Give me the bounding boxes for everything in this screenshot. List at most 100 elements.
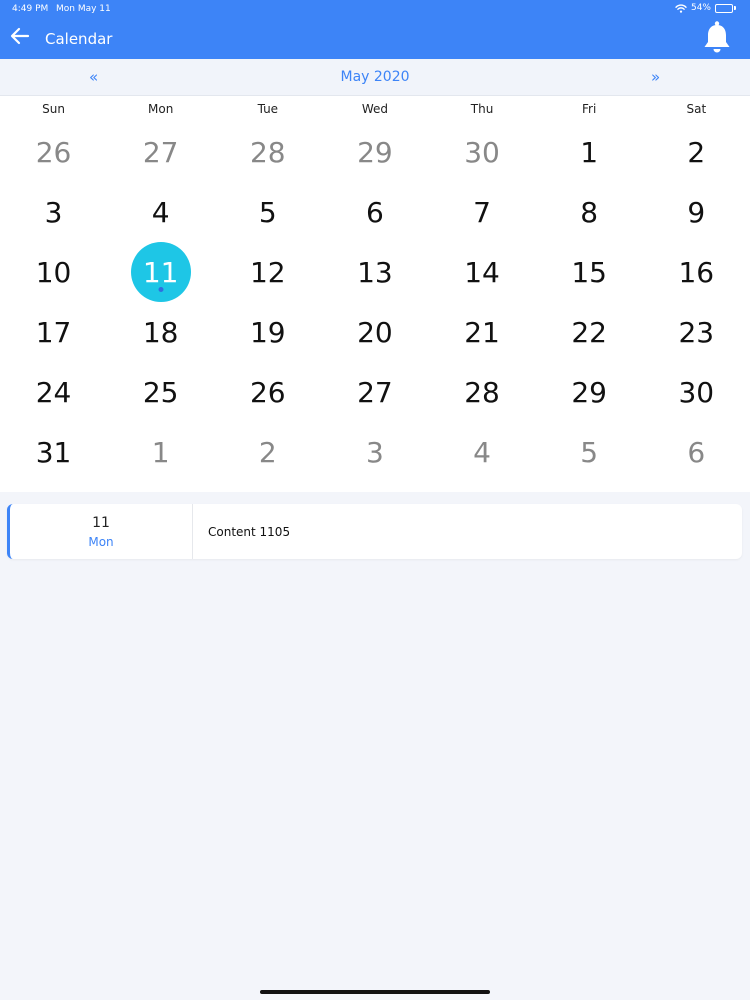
day-number: 1 bbox=[580, 135, 599, 169]
day-cell[interactable]: 27 bbox=[321, 362, 428, 422]
status-indicators: 54% bbox=[675, 3, 736, 13]
day-number: 29 bbox=[357, 135, 393, 169]
day-number: 25 bbox=[142, 375, 179, 409]
day-cell[interactable]: 8 bbox=[536, 182, 643, 242]
day-cell[interactable]: 22 bbox=[536, 302, 643, 362]
day-number: 27 bbox=[142, 135, 179, 169]
day-cell[interactable]: 31 bbox=[0, 422, 107, 482]
day-cell[interactable]: 29 bbox=[321, 122, 428, 182]
home-indicator bbox=[260, 990, 490, 994]
day-cell[interactable]: 3 bbox=[321, 422, 428, 482]
day-cell[interactable]: 16 bbox=[643, 242, 750, 302]
day-number: 21 bbox=[464, 315, 500, 349]
day-cell[interactable]: 7 bbox=[429, 182, 536, 242]
day-number: 22 bbox=[571, 315, 607, 349]
day-cell[interactable]: 2 bbox=[214, 422, 321, 482]
weekday-label: Sun bbox=[42, 102, 65, 116]
day-number: 6 bbox=[687, 435, 706, 469]
day-number: 14 bbox=[464, 255, 500, 289]
day-cell[interactable]: 20 bbox=[321, 302, 428, 362]
day-cell[interactable]: 3 bbox=[0, 182, 107, 242]
day-cell[interactable]: 30 bbox=[429, 122, 536, 182]
navbar: Calendar bbox=[0, 18, 750, 59]
status-date: Mon May 11 bbox=[56, 4, 111, 14]
day-cell[interactable]: 19 bbox=[214, 302, 321, 362]
wifi-icon bbox=[675, 3, 687, 13]
day-number: 2 bbox=[687, 135, 706, 169]
day-cell[interactable]: 5 bbox=[536, 422, 643, 482]
day-cell[interactable]: 12 bbox=[214, 242, 321, 302]
event-weekday: Mon bbox=[88, 534, 114, 549]
back-button[interactable] bbox=[8, 26, 32, 50]
page-title: Calendar bbox=[45, 30, 113, 48]
calendar-grid: Sun Mon Tue Wed Thu Fri Sat 26 27 28 29 30 1 2… bbox=[0, 96, 750, 492]
header: 4:49 PM Mon May 11 54% Calendar bbox=[0, 0, 750, 59]
day-cell[interactable]: 30 bbox=[643, 362, 750, 422]
day-cell[interactable]: 17 bbox=[0, 302, 107, 362]
day-number: 3 bbox=[44, 195, 63, 229]
weekday-label: Tue bbox=[257, 102, 279, 116]
day-cell[interactable]: 21 bbox=[429, 302, 536, 362]
day-cell[interactable]: 15 bbox=[536, 242, 643, 302]
day-number: 26 bbox=[35, 135, 72, 169]
day-cell[interactable]: 26 bbox=[0, 122, 107, 182]
event-content: Content 1105 bbox=[208, 524, 291, 539]
status-time: 4:49 PM bbox=[12, 4, 49, 14]
day-number: 16 bbox=[678, 255, 715, 289]
day-number: 15 bbox=[571, 255, 607, 289]
day-cell[interactable]: 1 bbox=[536, 122, 643, 182]
battery-percent: 54% bbox=[690, 3, 711, 13]
day-number: 28 bbox=[249, 135, 286, 169]
day-cell[interactable]: 29 bbox=[536, 362, 643, 422]
next-month-button[interactable]: » bbox=[651, 68, 660, 86]
day-number: 28 bbox=[464, 375, 500, 409]
month-navigation: « May 2020 » bbox=[0, 59, 750, 96]
day-cell[interactable]: 4 bbox=[429, 422, 536, 482]
day-cell[interactable]: 1 bbox=[107, 422, 214, 482]
day-cell-selected[interactable]: 11 bbox=[107, 242, 214, 302]
day-number: 10 bbox=[35, 255, 72, 289]
day-number: 17 bbox=[35, 315, 72, 349]
day-number: 18 bbox=[142, 315, 179, 349]
day-cell[interactable]: 4 bbox=[107, 182, 214, 242]
day-number: 12 bbox=[249, 255, 286, 289]
day-cell[interactable]: 6 bbox=[321, 182, 428, 242]
event-day-number: 11 bbox=[92, 514, 110, 531]
status-bar: 4:49 PM Mon May 11 54% bbox=[0, 0, 750, 18]
weekday-label: Wed bbox=[361, 102, 389, 116]
day-cell[interactable]: 6 bbox=[643, 422, 750, 482]
day-number: 11 bbox=[142, 255, 179, 289]
day-number: 26 bbox=[249, 375, 286, 409]
day-cell[interactable]: 26 bbox=[214, 362, 321, 422]
day-number: 8 bbox=[580, 195, 599, 229]
weekday-label: Mon bbox=[148, 102, 174, 116]
event-indicator-dot bbox=[158, 287, 164, 292]
day-cell[interactable]: 2 bbox=[643, 122, 750, 182]
day-cell[interactable]: 23 bbox=[643, 302, 750, 362]
day-number: 1 bbox=[151, 435, 170, 469]
notifications-button[interactable] bbox=[699, 19, 735, 55]
day-number: 6 bbox=[366, 195, 384, 229]
day-number: 29 bbox=[571, 375, 607, 409]
day-cell[interactable]: 27 bbox=[107, 122, 214, 182]
day-cell[interactable]: 28 bbox=[429, 362, 536, 422]
day-cell[interactable]: 14 bbox=[429, 242, 536, 302]
day-number: 20 bbox=[357, 315, 393, 349]
event-card[interactable]: 11 Mon Content 1105 bbox=[7, 504, 742, 559]
day-cell[interactable]: 18 bbox=[107, 302, 214, 362]
day-cell[interactable]: 25 bbox=[107, 362, 214, 422]
day-cell[interactable]: 9 bbox=[643, 182, 750, 242]
day-cell[interactable]: 5 bbox=[214, 182, 321, 242]
weekday-label: Sat bbox=[686, 102, 707, 116]
day-number: 9 bbox=[687, 195, 706, 229]
day-number: 13 bbox=[357, 255, 393, 289]
day-cell[interactable]: 24 bbox=[0, 362, 107, 422]
month-title: May 2020 bbox=[340, 69, 410, 85]
day-number: 19 bbox=[249, 315, 286, 349]
weekday-header: Sun Mon Tue Wed Thu Fri Sat bbox=[0, 96, 750, 122]
day-cell[interactable]: 10 bbox=[0, 242, 107, 302]
day-cell[interactable]: 28 bbox=[214, 122, 321, 182]
day-number: 30 bbox=[678, 375, 715, 409]
day-number: 5 bbox=[258, 195, 277, 229]
day-cell[interactable]: 13 bbox=[321, 242, 428, 302]
